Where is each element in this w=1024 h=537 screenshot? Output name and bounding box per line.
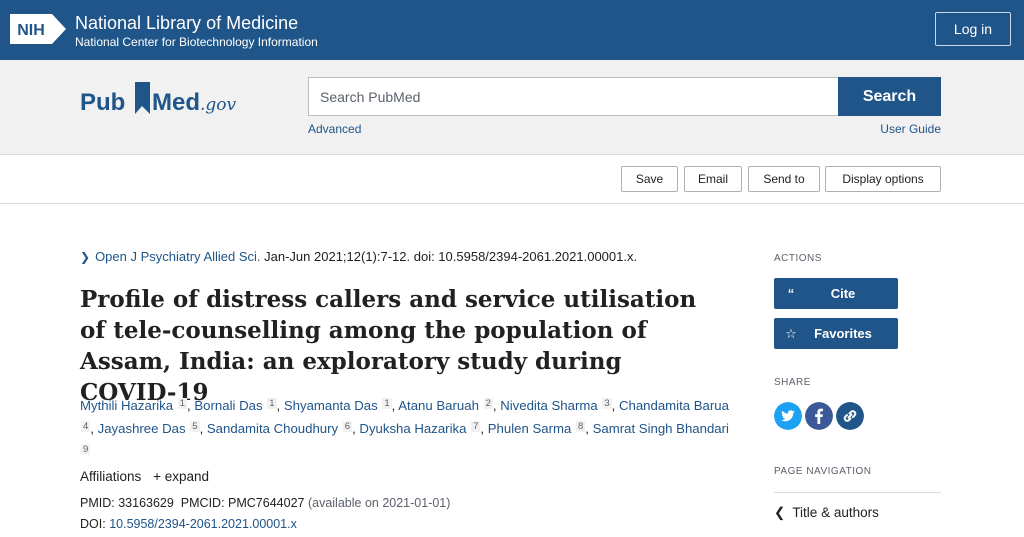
cite-button[interactable]: “ Cite	[774, 278, 898, 309]
nav-title-authors-label: Title & authors	[792, 505, 879, 520]
ncbi-subtitle[interactable]: National Center for Biotechnology Inform…	[75, 35, 318, 49]
nav-title-authors[interactable]: ❮ Title & authors	[774, 505, 879, 521]
page-navigation-heading: PAGE NAVIGATION	[774, 466, 872, 477]
author-link[interactable]: Phulen Sarma	[488, 421, 572, 436]
author-separator: ,	[276, 398, 284, 413]
search-button[interactable]: Search	[838, 77, 941, 116]
logo-med: Med	[152, 89, 200, 116]
authors-list: Mythili Hazarika 1, Bornali Das 1, Shyam…	[80, 393, 730, 462]
nih-logo-text: NIH	[17, 22, 45, 39]
journal-link[interactable]: Open J Psychiatry Allied Sci.	[95, 249, 260, 264]
author-separator: ,	[611, 398, 619, 413]
article-title: Profile of distress callers and service …	[80, 286, 697, 406]
affiliations-expand-button[interactable]: + expand	[153, 469, 209, 484]
citation-details: Jan-Jun 2021;12(1):7-12. doi: 10.5958/23…	[260, 249, 638, 264]
author-link[interactable]: Atanu Baruah	[398, 398, 479, 413]
nih-banner: NIH National Library of Medicine Nationa…	[0, 0, 1024, 60]
pmid-label: PMID:	[80, 496, 115, 510]
search-input[interactable]: Search PubMed	[308, 77, 839, 116]
share-heading: SHARE	[774, 377, 811, 388]
divider	[774, 492, 941, 493]
send-to-button[interactable]: Send to	[748, 166, 820, 192]
star-icon: ☆	[785, 325, 797, 341]
author-separator: ,	[90, 421, 98, 436]
doi-label: DOI:	[80, 517, 106, 531]
cite-label: Cite	[830, 286, 856, 301]
display-options-button[interactable]: Display options	[825, 166, 941, 192]
article-identifiers: PMID: 33163629 PMCID: PMC7644027 (availa…	[80, 493, 450, 535]
save-button[interactable]: Save	[621, 166, 678, 192]
affiliation-number[interactable]: 4	[81, 421, 91, 432]
author-separator: ,	[480, 421, 488, 436]
affiliation-number[interactable]: 1	[382, 398, 392, 409]
affiliation-number[interactable]: 2	[483, 398, 493, 409]
nih-logo[interactable]: NIH	[10, 14, 66, 44]
pmcid-label: PMCID:	[180, 496, 225, 510]
author-link[interactable]: Mythili Hazarika	[80, 398, 173, 413]
favorites-label: Favorites	[814, 326, 872, 341]
affiliation-number[interactable]: 6	[342, 421, 353, 432]
nlm-title[interactable]: National Library of Medicine	[75, 13, 298, 33]
user-guide-link[interactable]: User Guide	[880, 122, 941, 136]
login-button[interactable]: Log in	[935, 12, 1011, 46]
email-button[interactable]: Email	[684, 166, 742, 192]
author-link[interactable]: Dyuksha Hazarika	[359, 421, 466, 436]
affiliation-number[interactable]: 1	[177, 398, 188, 409]
facebook-icon[interactable]	[805, 402, 833, 430]
author-link[interactable]: Nivedita Sharma	[500, 398, 597, 413]
author-separator: ,	[585, 421, 593, 436]
actions-heading: ACTIONS	[774, 253, 822, 264]
citation-line: ❯ Open J Psychiatry Allied Sci. Jan-Jun 2…	[80, 249, 637, 264]
author-link[interactable]: Shyamanta Das	[284, 398, 378, 413]
author-link[interactable]: Chandamita Barua	[619, 398, 729, 413]
article-actions-bar: Save Email Send to Display options	[0, 155, 1024, 204]
advanced-search-link[interactable]: Advanced	[308, 122, 361, 136]
affiliation-number[interactable]: 7	[471, 421, 481, 432]
doi-link[interactable]: 10.5958/2394-2061.2021.00001.x	[109, 517, 297, 531]
chevron-left-icon: ❮	[774, 505, 786, 520]
author-link[interactable]: Samrat Singh Bhandari	[593, 421, 729, 436]
pubmed-logo[interactable]: Pub Med .gov	[80, 78, 245, 124]
pmcid-note: (available on 2021-01-01)	[307, 496, 451, 510]
affiliation-number[interactable]: 8	[575, 421, 586, 432]
affiliation-number[interactable]: 1	[267, 398, 277, 409]
id-row-doi: DOI: 10.5958/2394-2061.2021.00001.x	[80, 514, 450, 535]
chevron-right-icon[interactable]: ❯	[80, 250, 90, 264]
id-row-pmid-pmcid: PMID: 33163629 PMCID: PMC7644027 (availa…	[80, 493, 450, 514]
author-link[interactable]: Jayashree Das	[98, 421, 186, 436]
logo-gov: .gov	[200, 95, 237, 115]
affiliation-number[interactable]: 5	[190, 421, 200, 432]
quote-icon: “	[787, 286, 795, 301]
author-link[interactable]: Bornali Das	[194, 398, 262, 413]
affiliation-number[interactable]: 9	[81, 444, 91, 455]
affiliations: Affiliations + expand	[80, 469, 209, 484]
logo-pub: Pub	[80, 89, 125, 116]
affiliation-number[interactable]: 3	[602, 398, 612, 409]
search-header: Pub Med .gov Search PubMed Search Advanc…	[0, 60, 1024, 155]
author-link[interactable]: Sandamita Choudhury	[207, 421, 338, 436]
affiliations-label[interactable]: Affiliations	[80, 469, 141, 484]
copy-link-icon[interactable]	[836, 402, 864, 430]
author-separator: ,	[199, 421, 207, 436]
pmcid-value: PMC7644027	[228, 496, 305, 510]
pmid-value: 33163629	[118, 496, 174, 510]
twitter-icon[interactable]	[774, 402, 802, 430]
favorites-button[interactable]: ☆ Favorites	[774, 318, 898, 349]
